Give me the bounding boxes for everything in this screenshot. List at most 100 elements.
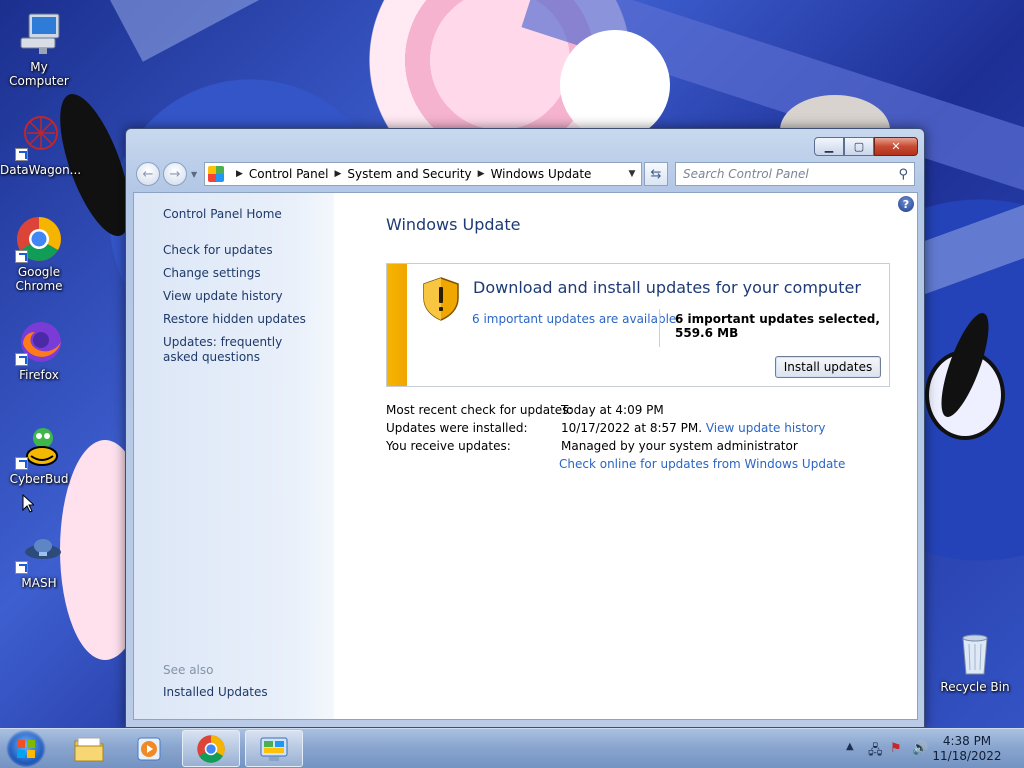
change-settings-link[interactable]: Change settings	[163, 266, 323, 281]
refresh-icon: ⇆	[650, 166, 662, 182]
breadcrumb-control-panel[interactable]: Control Panel	[249, 167, 329, 181]
folder-icon	[74, 737, 104, 761]
receive-value: Managed by your system administrator	[561, 439, 798, 453]
desktop-icon-cyberbud[interactable]: CyberBud	[0, 422, 78, 486]
install-updates-button[interactable]: Install updates	[775, 356, 881, 378]
desktop-icon-label: DataWagon...	[0, 163, 82, 177]
navigation-bar: ← → ▼ ▶ Control Panel ▶ System and Secur…	[134, 160, 916, 188]
window-controls: ▁ ▢ ✕	[814, 137, 918, 156]
shortcut-arrow-icon	[15, 561, 28, 574]
breadcrumb-system-and-security[interactable]: System and Security	[347, 167, 471, 181]
mouse-cursor-icon	[22, 494, 34, 513]
restore-hidden-updates-link[interactable]: Restore hidden updates	[163, 312, 323, 327]
volume-icon[interactable]: 🔊	[912, 741, 928, 756]
desktop-icon-label: CyberBud	[9, 472, 69, 486]
wallpaper-stripe	[110, 0, 514, 62]
installed-updates-link[interactable]: Installed Updates	[163, 685, 323, 700]
installed-value: 10/17/2022 at 8:57 PM.	[561, 421, 703, 435]
view-update-history-inline-link[interactable]: View update history	[706, 421, 826, 435]
forward-button[interactable]: →	[163, 162, 187, 186]
search-box[interactable]: ⚲	[675, 162, 915, 186]
update-heading: Download and install updates for your co…	[473, 278, 861, 297]
clock-date: 11/18/2022	[932, 749, 1002, 763]
search-icon[interactable]: ⚲	[898, 167, 908, 182]
computer-icon	[15, 10, 63, 58]
address-bar[interactable]: ▶ Control Panel ▶ System and Security ▶ …	[204, 162, 642, 186]
taskbar-control-panel[interactable]	[245, 730, 303, 767]
desktop-icon-firefox[interactable]: Firefox	[0, 318, 78, 382]
mash-icon	[15, 526, 63, 574]
refresh-button[interactable]: ⇆	[644, 162, 668, 186]
maximize-button[interactable]: ▢	[844, 137, 874, 156]
chrome-icon	[15, 215, 63, 263]
see-also-heading: See also	[163, 663, 214, 677]
desktop-icon-google-chrome[interactable]: Google Chrome	[0, 215, 78, 293]
breadcrumb-chevron-icon[interactable]: ▶	[335, 169, 342, 179]
control-panel-home-link[interactable]: Control Panel Home	[163, 207, 323, 222]
recycle-bin-icon	[951, 630, 999, 678]
left-pane: Control Panel Home Check for updates Cha…	[134, 193, 334, 719]
recent-pages-dropdown-icon[interactable]: ▼	[191, 170, 197, 179]
breadcrumb-windows-update[interactable]: Windows Update	[491, 167, 592, 181]
main-pane: ? Windows Update Download and install up…	[334, 193, 917, 719]
network-icon[interactable]: 🖧	[868, 741, 883, 763]
desktop-icon-label: Google Chrome	[15, 265, 63, 293]
shortcut-arrow-icon	[15, 148, 28, 161]
datawagon-icon	[15, 113, 63, 161]
status-accent-bar	[387, 264, 407, 386]
control-panel-window: ▁ ▢ ✕ ← → ▼ ▶ Control Panel ▶ System and…	[125, 128, 925, 728]
media-player-icon	[137, 737, 161, 760]
shortcut-arrow-icon	[15, 250, 28, 263]
desktop-icon-recycle-bin[interactable]: Recycle Bin	[936, 630, 1014, 694]
close-button[interactable]: ✕	[874, 137, 918, 156]
recent-check-label: Most recent check for updates:	[386, 403, 573, 417]
desktop-icon-label: MASH	[21, 576, 57, 590]
recent-check-value: Today at 4:09 PM	[561, 403, 664, 417]
taskbar-explorer[interactable]	[60, 730, 118, 767]
update-status-panel: Download and install updates for your co…	[386, 263, 890, 387]
forward-arrow-icon: →	[169, 166, 181, 182]
view-update-history-link[interactable]: View update history	[163, 289, 323, 304]
desktop-icon-label: Recycle Bin	[940, 680, 1010, 694]
minimize-button[interactable]: ▁	[814, 137, 844, 156]
installed-label: Updates were installed:	[386, 421, 528, 435]
search-input[interactable]	[683, 167, 883, 181]
breadcrumb-chevron-icon[interactable]: ▶	[478, 169, 485, 179]
available-updates-link[interactable]: 6 important updates are available	[472, 312, 676, 326]
clock-time: 4:38 PM	[942, 734, 992, 748]
selected-updates-summary: 6 important updates selected, 559.6 MB	[675, 312, 880, 340]
installed-value-row: 10/17/2022 at 8:57 PM. View update histo…	[561, 421, 826, 435]
shortcut-arrow-icon	[15, 457, 28, 470]
windows-logo-icon	[17, 740, 35, 758]
desktop-icon-my-computer[interactable]: My Computer	[0, 10, 78, 88]
desktop-icon-mash[interactable]: MASH	[0, 526, 78, 590]
taskbar-google-chrome[interactable]	[182, 730, 240, 767]
content-area: Control Panel Home Check for updates Cha…	[133, 192, 918, 720]
wallpaper-shape	[560, 30, 670, 140]
address-dropdown-icon[interactable]: ▼	[623, 169, 641, 179]
control-panel-icon	[260, 737, 288, 761]
faq-link[interactable]: Updates: frequently asked questions	[163, 335, 313, 365]
back-button[interactable]: ←	[136, 162, 160, 186]
desktop-icon-label: My Computer	[9, 60, 69, 88]
desktop-icon-label: Firefox	[19, 368, 59, 382]
receive-label: You receive updates:	[386, 439, 511, 453]
taskbar-media-player[interactable]	[120, 730, 178, 767]
page-title: Windows Update	[386, 215, 521, 234]
check-online-link[interactable]: Check online for updates from Windows Up…	[559, 457, 845, 471]
check-for-updates-link[interactable]: Check for updates	[163, 243, 323, 258]
show-hidden-icons-icon[interactable]: ▲	[846, 741, 854, 752]
firefox-icon	[15, 318, 63, 366]
shortcut-arrow-icon	[15, 353, 28, 366]
panel-divider	[659, 309, 660, 347]
action-center-flag-icon[interactable]: ⚑	[890, 741, 902, 756]
warning-shield-icon	[423, 277, 459, 321]
breadcrumb-chevron-icon[interactable]: ▶	[236, 169, 243, 179]
start-button[interactable]	[6, 730, 46, 768]
desktop-icon-datawagon[interactable]: DataWagon...	[0, 113, 82, 177]
help-icon[interactable]: ?	[898, 196, 914, 212]
system-tray: ▲ 🖧 ⚑ 🔊 4:38 PM 11/18/2022	[824, 729, 1024, 768]
control-panel-icon	[208, 166, 224, 182]
taskbar: ▲ 🖧 ⚑ 🔊 4:38 PM 11/18/2022	[0, 728, 1024, 768]
clock[interactable]: 4:38 PM 11/18/2022	[930, 734, 1004, 764]
